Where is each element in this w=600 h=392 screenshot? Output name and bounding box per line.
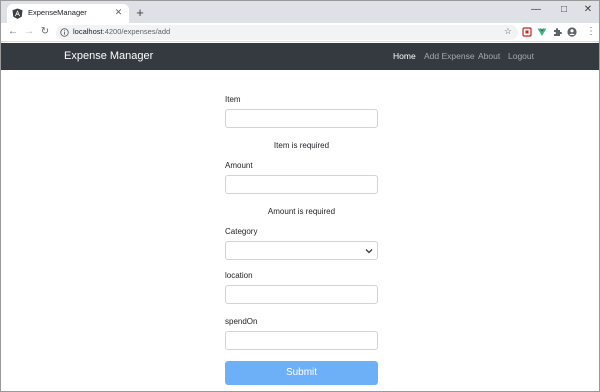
- new-tab-icon[interactable]: +: [133, 6, 147, 20]
- app-navbar: Expense Manager Home Add Expense About L…: [1, 43, 599, 70]
- back-icon[interactable]: ←: [7, 26, 19, 38]
- chevron-down-icon: [365, 249, 373, 254]
- amount-input[interactable]: [225, 175, 378, 194]
- location-label: location: [225, 271, 253, 280]
- url-host: localhost: [73, 27, 103, 36]
- info-icon: [60, 28, 69, 37]
- amount-error-message: Amount is required: [267, 207, 336, 216]
- shield-extension-icon[interactable]: [522, 27, 532, 37]
- window-close-icon[interactable]: ✕: [577, 3, 599, 17]
- puzzle-extensions-icon[interactable]: [552, 27, 562, 37]
- category-select[interactable]: [225, 241, 378, 260]
- tab-close-icon[interactable]: ✕: [113, 7, 124, 18]
- nav-link-add-expense[interactable]: Add Expense: [424, 51, 475, 61]
- url-text[interactable]: localhost:4200/expenses/add: [73, 27, 170, 36]
- browser-tab[interactable]: ExpenseManager ✕: [7, 4, 129, 23]
- spendon-label: spendOn: [225, 317, 258, 326]
- tab-strip: ExpenseManager ✕ + — □ ✕: [1, 1, 599, 23]
- nav-link-about[interactable]: About: [478, 51, 500, 61]
- browser-window: ExpenseManager ✕ + — □ ✕ ← → ↻ localhost…: [0, 0, 600, 392]
- url-path: :4200/expenses/add: [102, 27, 171, 36]
- bookmark-star-icon[interactable]: ☆: [504, 26, 512, 37]
- maximize-icon[interactable]: □: [553, 3, 575, 17]
- location-input[interactable]: [225, 285, 378, 304]
- nav-link-home[interactable]: Home: [393, 51, 416, 61]
- amount-label: Amount: [225, 161, 253, 170]
- nav-link-logout[interactable]: Logout: [508, 51, 534, 61]
- angular-icon: [12, 8, 23, 19]
- minimize-icon[interactable]: —: [525, 3, 547, 17]
- item-label: Item: [225, 95, 241, 104]
- profile-avatar-icon[interactable]: [567, 27, 577, 37]
- category-label: Category: [225, 227, 258, 236]
- browser-toolbar: ← → ↻ localhost:4200/expenses/add ☆ ⋮: [1, 23, 599, 42]
- browser-menu-icon[interactable]: ⋮: [585, 26, 597, 38]
- tab-title: ExpenseManager: [28, 8, 87, 17]
- item-error-message: Item is required: [273, 141, 330, 150]
- item-input[interactable]: [225, 109, 378, 128]
- vue-extension-icon[interactable]: [537, 27, 547, 37]
- forward-icon[interactable]: →: [23, 26, 35, 38]
- submit-button[interactable]: Submit: [225, 361, 378, 385]
- reload-icon[interactable]: ↻: [39, 26, 51, 38]
- address-bar[interactable]: localhost:4200/expenses/add ☆: [56, 25, 518, 40]
- spendon-input[interactable]: [225, 331, 378, 350]
- navbar-brand[interactable]: Expense Manager: [64, 50, 153, 62]
